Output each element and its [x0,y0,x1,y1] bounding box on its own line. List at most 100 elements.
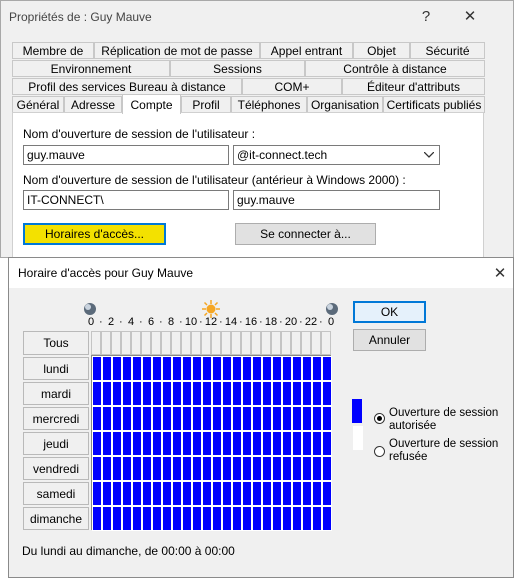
hour-cell[interactable] [282,406,292,431]
hour-cell[interactable] [192,431,202,456]
hour-cell[interactable] [292,481,302,506]
hour-cell[interactable] [212,506,222,531]
hour-cell[interactable] [172,431,182,456]
logon-hours-button[interactable]: Horaires d'accès... [23,223,166,245]
hour-cell[interactable] [132,406,142,431]
hour-cell[interactable] [302,356,312,381]
hour-cell[interactable] [122,456,132,481]
hour-cell[interactable] [222,481,232,506]
hour-cell[interactable] [232,456,242,481]
hour-cell[interactable] [292,456,302,481]
hour-cell[interactable] [162,481,172,506]
hour-column-button[interactable] [91,331,101,355]
hour-cell[interactable] [272,381,282,406]
tab-profil[interactable]: Profil [181,96,231,113]
hour-cell[interactable] [222,506,232,531]
hour-cell[interactable] [292,356,302,381]
hour-cell[interactable] [122,431,132,456]
hour-cell[interactable] [252,481,262,506]
tab-membre-de[interactable]: Membre de [12,42,94,59]
hour-column-button[interactable] [101,331,111,355]
hour-cell[interactable] [242,406,252,431]
hour-cell[interactable] [122,481,132,506]
hour-cell[interactable] [182,381,192,406]
hour-cell[interactable] [242,481,252,506]
deny-logon-radio[interactable] [374,446,385,457]
hour-cell[interactable] [132,431,142,456]
hour-cell[interactable] [292,431,302,456]
hour-cell[interactable] [212,456,222,481]
hour-cell[interactable] [212,381,222,406]
hour-cell[interactable] [252,431,262,456]
hour-cell[interactable] [202,356,212,381]
hour-cell[interactable] [232,406,242,431]
hour-cell[interactable] [312,381,322,406]
hour-cell[interactable] [232,356,242,381]
hour-cell[interactable] [282,506,292,531]
day-row-vendredi[interactable]: vendredi [23,457,89,480]
hour-column-button[interactable] [261,331,271,355]
hour-cell[interactable] [312,406,322,431]
hour-cell[interactable] [282,356,292,381]
hour-cell[interactable] [102,431,112,456]
day-row-dimanche[interactable]: dimanche [23,507,89,530]
hour-cell[interactable] [322,356,332,381]
hour-cell[interactable] [262,406,272,431]
hour-cell[interactable] [272,506,282,531]
hour-cell[interactable] [122,506,132,531]
hour-column-button[interactable] [201,331,211,355]
hour-cell[interactable] [262,431,272,456]
hour-cell[interactable] [322,456,332,481]
hour-cell[interactable] [122,381,132,406]
hour-cell[interactable] [192,506,202,531]
hour-cell[interactable] [212,406,222,431]
hour-cell[interactable] [302,506,312,531]
hour-cell[interactable] [232,381,242,406]
hour-cell[interactable] [262,506,272,531]
hour-cell[interactable] [152,506,162,531]
tab-telephones[interactable]: Téléphones [231,96,307,113]
hour-cell[interactable] [272,481,282,506]
hour-cell[interactable] [322,381,332,406]
hour-cell[interactable] [212,431,222,456]
hour-cell[interactable] [232,481,242,506]
hour-cell[interactable] [182,431,192,456]
hour-cell[interactable] [92,406,102,431]
hour-column-button[interactable] [151,331,161,355]
hour-cell[interactable] [202,406,212,431]
hour-cell[interactable] [162,456,172,481]
tab-sessions[interactable]: Sessions [170,60,305,77]
hour-cell[interactable] [242,456,252,481]
tab-com-plus[interactable]: COM+ [242,78,342,95]
hour-cell[interactable] [282,381,292,406]
hour-cell[interactable] [162,356,172,381]
hour-column-button[interactable] [271,331,281,355]
hour-cell[interactable] [192,456,202,481]
hour-column-button[interactable] [161,331,171,355]
day-row-lundi[interactable]: lundi [23,357,89,380]
hour-cell[interactable] [182,456,192,481]
day-row-jeudi[interactable]: jeudi [23,432,89,455]
hour-cell[interactable] [322,431,332,456]
hour-cell[interactable] [112,381,122,406]
hour-cell[interactable] [102,356,112,381]
hour-cell[interactable] [102,381,112,406]
hour-cell[interactable] [112,406,122,431]
hour-cell[interactable] [192,406,202,431]
hour-column-button[interactable] [251,331,261,355]
hour-cell[interactable] [142,456,152,481]
hour-cell[interactable] [92,506,102,531]
hour-column-button[interactable] [111,331,121,355]
hour-cell[interactable] [302,481,312,506]
hour-cell[interactable] [252,456,262,481]
hour-cell[interactable] [252,381,262,406]
hour-cell[interactable] [192,381,202,406]
hour-column-button[interactable] [171,331,181,355]
tab-organisation[interactable]: Organisation [307,96,383,113]
cancel-button[interactable]: Annuler [353,329,426,351]
close-button[interactable]: ✕ [453,1,487,31]
hour-cell[interactable] [112,481,122,506]
logon-to-button[interactable]: Se connecter à... [235,223,376,245]
tab-environnement[interactable]: Environnement [12,60,170,77]
hour-cell[interactable] [302,431,312,456]
